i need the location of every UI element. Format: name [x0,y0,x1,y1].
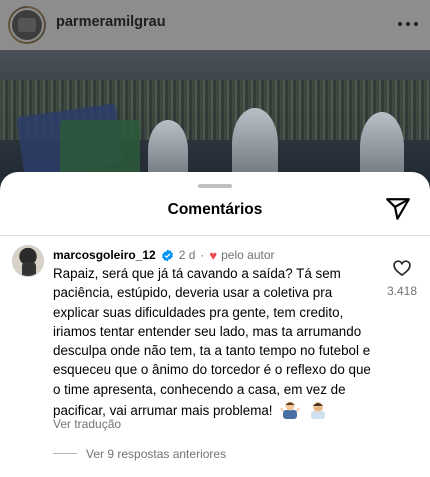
commenter-avatar[interactable] [12,245,44,277]
view-previous-replies-link[interactable]: Ver 9 respostas anteriores [86,447,226,461]
replies-divider-line [53,453,77,454]
post-image [0,50,430,190]
post-author-avatar[interactable] [8,6,46,44]
man-shrugging-emoji [280,401,301,420]
see-translation-link[interactable]: Ver tradução [53,417,121,431]
commenter-username[interactable]: marcosgoleiro_12 [53,248,156,262]
meta-separator: · [200,248,205,262]
like-heart-icon[interactable] [392,258,412,278]
sheet-divider [0,235,430,236]
man-facepalming-emoji [311,402,326,420]
comment-timestamp: 2 d [178,248,196,262]
comment-meta: marcosgoleiro_12 2 d · ♥ pelo autor [53,246,275,264]
comment-body: Rapaiz, será que já tá cavando a saída? … [53,264,373,420]
liked-by-author-label: pelo autor [221,248,275,262]
sheet-grab-handle[interactable] [198,184,232,188]
more-options-icon[interactable] [398,14,418,34]
verified-badge-icon [161,249,173,261]
comment-text: Rapaiz, será que já tá cavando a saída? … [53,266,371,419]
post-header: parmeramilgrau [0,0,430,50]
comments-sheet: Comentários marcosgoleiro_12 2 d · ♥ pel… [0,172,430,477]
like-count: 3.418 [386,284,418,298]
send-icon[interactable] [385,196,411,222]
post-author-username[interactable]: parmeramilgrau [56,14,166,30]
author-liked-heart-icon: ♥ [209,247,218,263]
sheet-title: Comentários [167,201,263,218]
